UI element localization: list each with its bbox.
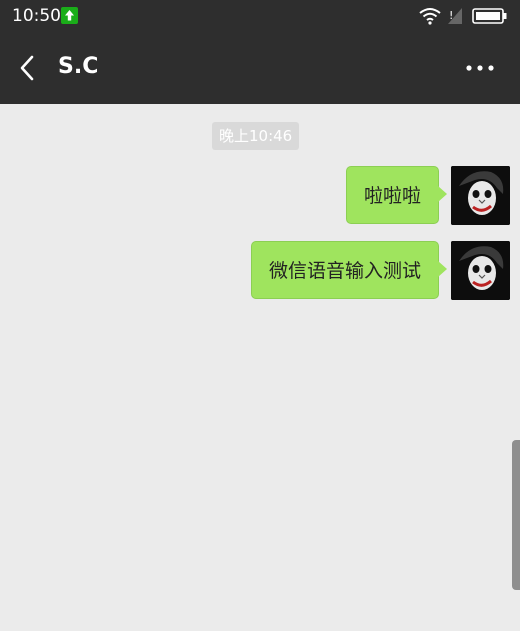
svg-text:!: ! (449, 9, 453, 22)
no-signal-icon: ! (446, 6, 464, 30)
wifi-icon (418, 6, 442, 30)
more-dots-icon[interactable] (462, 54, 498, 82)
avatar[interactable] (451, 241, 510, 300)
chat-header: S.C (0, 32, 520, 104)
battery-icon (472, 8, 508, 28)
status-time: 10:50 (12, 6, 61, 26)
message-text: 啦啦啦 (345, 166, 439, 224)
chat-title: S.C (58, 54, 99, 79)
message-row: 微信语音输入测试 (250, 241, 510, 300)
message-bubble[interactable]: 微信语音输入测试 (250, 241, 447, 299)
chat-area[interactable]: 晚上10:46 啦啦啦 微信语音输入测试 (0, 104, 520, 631)
status-bar: 10:50 ! (0, 0, 520, 32)
avatar[interactable] (451, 166, 510, 225)
message-text: 微信语音输入测试 (250, 241, 439, 299)
message-row: 啦啦啦 (345, 166, 510, 225)
bubble-tail (438, 261, 447, 277)
message-timestamp: 晚上10:46 (212, 122, 300, 150)
scrollbar-thumb[interactable] (512, 440, 520, 590)
message-bubble[interactable]: 啦啦啦 (345, 166, 447, 224)
chevron-left-icon[interactable] (14, 54, 42, 82)
upload-arrow-icon (61, 7, 78, 24)
bubble-tail (438, 186, 447, 202)
